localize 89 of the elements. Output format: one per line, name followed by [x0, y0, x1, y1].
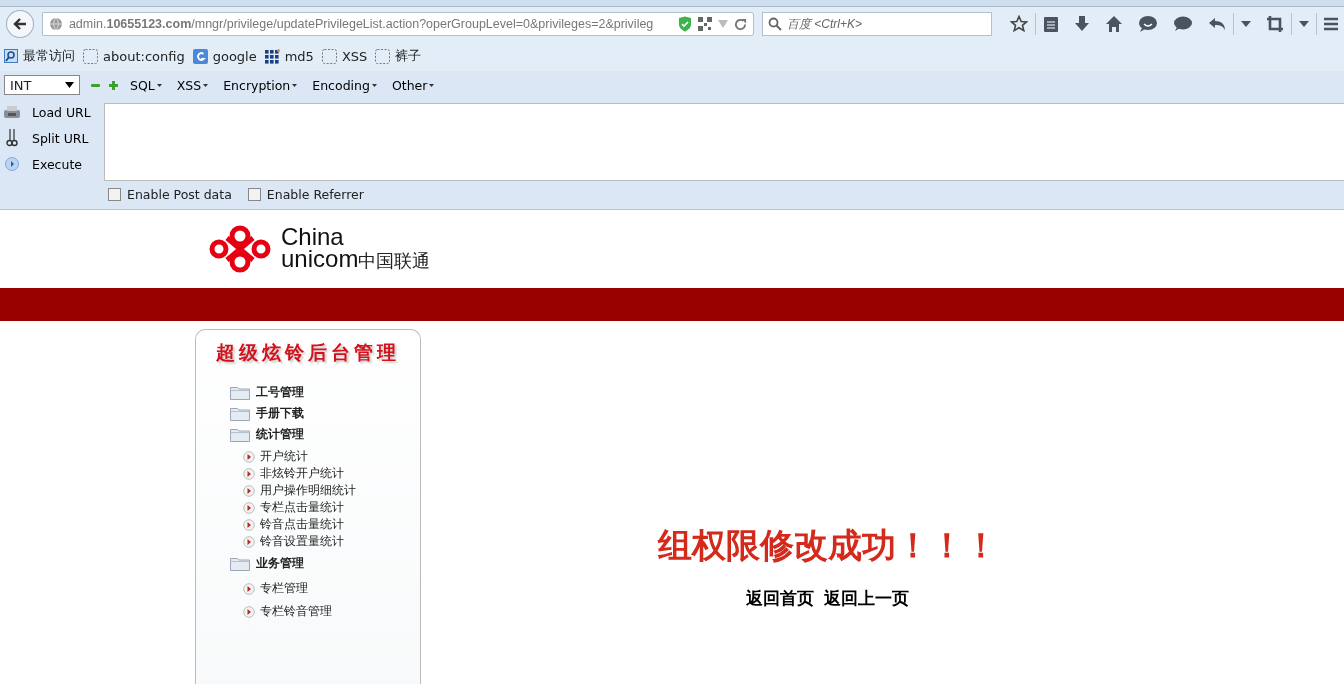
dropdown-icon[interactable] [1299, 21, 1309, 27]
folder-icon [230, 385, 250, 400]
plus-icon[interactable] [109, 80, 118, 90]
success-message: 组权限修改成功！！！ [657, 524, 998, 567]
menu-icon[interactable] [1324, 17, 1338, 31]
menu-folder[interactable]: 统计管理 [230, 424, 420, 445]
undo-icon[interactable] [1208, 16, 1226, 32]
search-icon [768, 17, 782, 31]
bookmark-item[interactable]: XSS [321, 48, 368, 64]
arrow-bullet-icon [243, 582, 255, 595]
bookmark-item[interactable]: 裤子 [375, 47, 422, 65]
action-button[interactable]: Execute [28, 156, 86, 172]
address-bar[interactable]: admin.10655123.com/mngr/privilege/updatePrivilegeList.action?operGroupLevel=0&privileges=2&privileg [41, 12, 754, 36]
menu-link[interactable]: 铃音设置量统计 [243, 533, 420, 550]
globe-icon [48, 17, 63, 31]
back-arrow-icon [12, 17, 27, 31]
menu-button[interactable]: Other [388, 77, 438, 93]
checkbox-label: Enable Post data [127, 186, 232, 202]
clipboard-icon[interactable] [1043, 15, 1059, 33]
menu-link[interactable]: 专栏管理 [243, 577, 420, 600]
dropdown-icon[interactable] [1241, 21, 1251, 27]
bookmark-item[interactable]: google [192, 48, 257, 64]
scissors-icon [4, 129, 20, 147]
caret-icon [156, 83, 162, 87]
menu-folder[interactable]: 工号管理 [230, 382, 420, 403]
menu-link[interactable]: 专栏铃音管理 [243, 600, 420, 623]
caret-icon [371, 83, 377, 87]
magnifier-page-icon [4, 49, 18, 63]
menu-button[interactable]: Encryption [220, 77, 301, 93]
bookmark-item[interactable]: md5 [264, 48, 314, 64]
type-dropdown[interactable]: INT [4, 75, 80, 95]
blank-page-icon [83, 48, 98, 64]
search-field[interactable]: 百度 <Ctrl+K> [762, 12, 992, 36]
arrow-bullet-icon [243, 450, 255, 463]
bookmark-item[interactable]: 最常访问 [4, 47, 75, 65]
home-icon[interactable] [1105, 15, 1123, 33]
bookmark-item[interactable]: about:config [83, 48, 185, 64]
logo-text: unicom [281, 248, 359, 270]
shield-icon[interactable] [678, 16, 692, 32]
folder-icon [230, 556, 250, 571]
action-button[interactable]: Split URL [28, 130, 93, 146]
arrow-bullet-icon [243, 535, 255, 548]
nav-link[interactable]: 返回首页 [746, 587, 814, 610]
menu-button[interactable]: SQL [127, 77, 165, 93]
smiley-chat-icon[interactable] [1138, 15, 1158, 33]
menu-link[interactable]: 开户统计 [243, 448, 420, 465]
menu-folder[interactable]: 业务管理 [230, 553, 420, 574]
url-text: admin.10655123.com/mngr/privilege/updatePrivilegeList.action?operGroupLevel=0&privileges=2&privileg [68, 17, 655, 31]
logo-text: China [281, 226, 345, 248]
caret-icon [292, 83, 298, 87]
crop-icon[interactable] [1266, 15, 1284, 33]
checkbox[interactable] [108, 187, 121, 201]
folder-icon [230, 406, 250, 421]
star-icon[interactable] [1010, 15, 1028, 33]
caret-icon [429, 83, 435, 87]
g-letter-icon [192, 48, 208, 64]
arrow-bullet-icon [243, 518, 255, 531]
blank-page-icon [321, 48, 337, 64]
download-icon[interactable] [1074, 15, 1090, 33]
menu-link[interactable]: 专栏点击量统计 [243, 499, 420, 516]
arrow-bullet-icon [243, 484, 255, 497]
menu-button[interactable]: XSS [173, 77, 212, 93]
folder-icon [230, 427, 250, 442]
arrow-bullet-icon [243, 501, 255, 514]
caret-icon [203, 83, 209, 87]
printer-icon [4, 105, 20, 119]
chat-icon[interactable] [1173, 15, 1193, 33]
arrow-bullet-icon [243, 467, 255, 480]
caret-icon [65, 82, 74, 88]
play-icon [4, 157, 20, 171]
checkbox[interactable] [247, 187, 261, 201]
nav-link[interactable]: 返回上一页 [824, 587, 909, 610]
menu-folder[interactable]: 手册下载 [230, 403, 420, 424]
knot-logo-icon [207, 224, 273, 274]
arrow-bullet-icon [243, 605, 255, 618]
menu-button[interactable]: Encoding [309, 77, 380, 93]
sidebar-title: 超级炫铃后台管理 [215, 340, 401, 365]
reload-icon[interactable] [734, 17, 747, 31]
checkbox-label: Enable Referrer [266, 186, 364, 202]
qr-code-icon[interactable] [698, 17, 712, 31]
back-button[interactable] [6, 10, 34, 38]
grid-icon [264, 48, 280, 64]
menu-link[interactable]: 非炫铃开户统计 [243, 465, 420, 482]
menu-link[interactable]: 用户操作明细统计 [243, 482, 420, 499]
logo-text: 中国联通 [358, 250, 431, 272]
url-input[interactable] [104, 103, 1344, 181]
action-button[interactable]: Load URL [28, 104, 95, 120]
blank-page-icon [375, 48, 391, 64]
menu-link[interactable]: 铃音点击量统计 [243, 516, 420, 533]
